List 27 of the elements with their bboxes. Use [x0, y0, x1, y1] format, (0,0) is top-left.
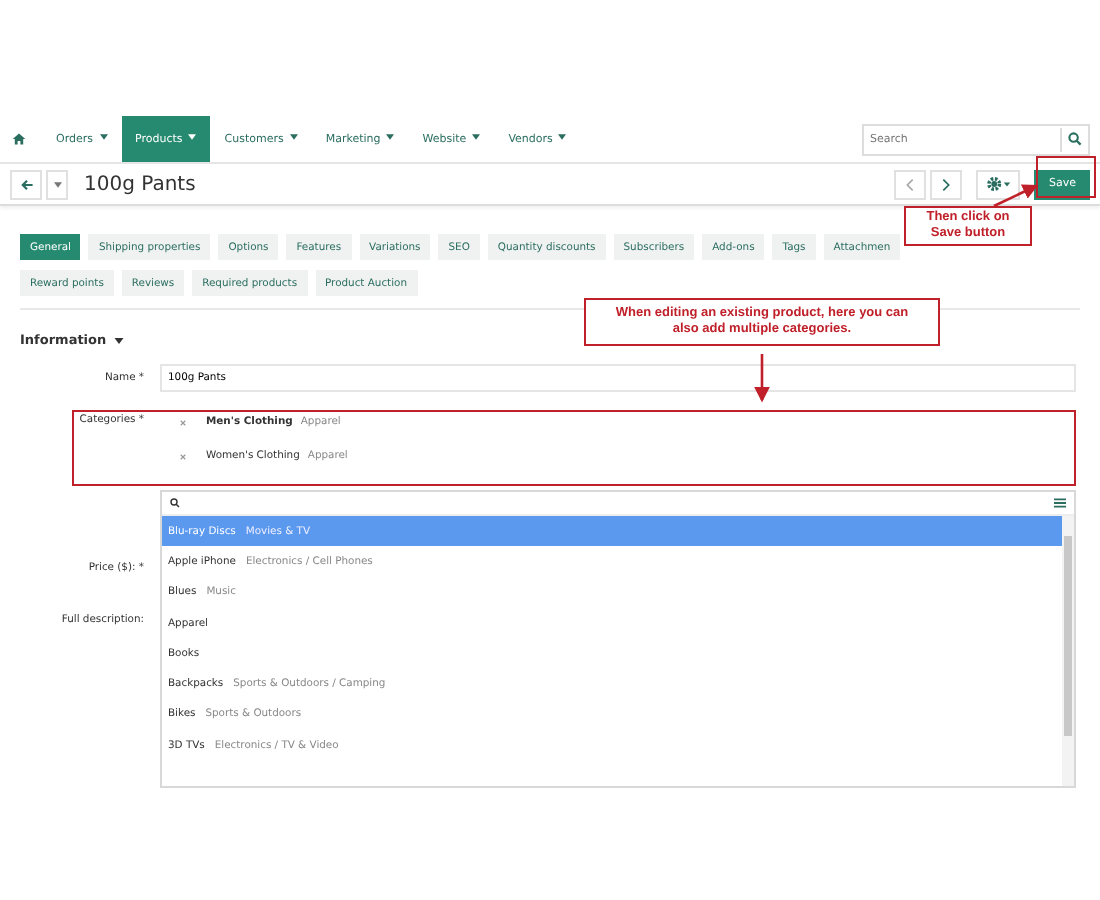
chevron-left-icon: [906, 177, 915, 191]
search-icon[interactable]: [1068, 132, 1082, 146]
back-button[interactable]: [10, 169, 42, 199]
caret-icon: [99, 134, 107, 141]
home-icon[interactable]: [12, 132, 26, 146]
caret-icon: [53, 181, 61, 187]
settings-button[interactable]: [976, 169, 1021, 199]
arrow: [754, 354, 770, 403]
chevron-right-icon: [942, 177, 951, 191]
menu-icon[interactable]: [1054, 498, 1066, 508]
arrow: [993, 184, 1039, 208]
caret-icon: [386, 134, 395, 141]
back-arrow-icon: [19, 177, 33, 191]
caret-icon: [472, 134, 481, 141]
next-button[interactable]: [930, 169, 963, 199]
remove-icon[interactable]: [180, 419, 186, 425]
page-title: 100g Pants: [84, 173, 196, 195]
caret-icon[interactable]: [114, 337, 125, 343]
caret-icon: [289, 134, 298, 141]
search-icon[interactable]: [170, 498, 180, 508]
caret-icon: [188, 134, 197, 141]
caret-icon: [558, 134, 567, 141]
settings-icon: [985, 176, 1012, 192]
highlight-frame: [1036, 156, 1096, 198]
scrollbar[interactable]: [1062, 516, 1074, 786]
dropdown-button[interactable]: [46, 169, 68, 199]
remove-icon[interactable]: [180, 453, 186, 459]
